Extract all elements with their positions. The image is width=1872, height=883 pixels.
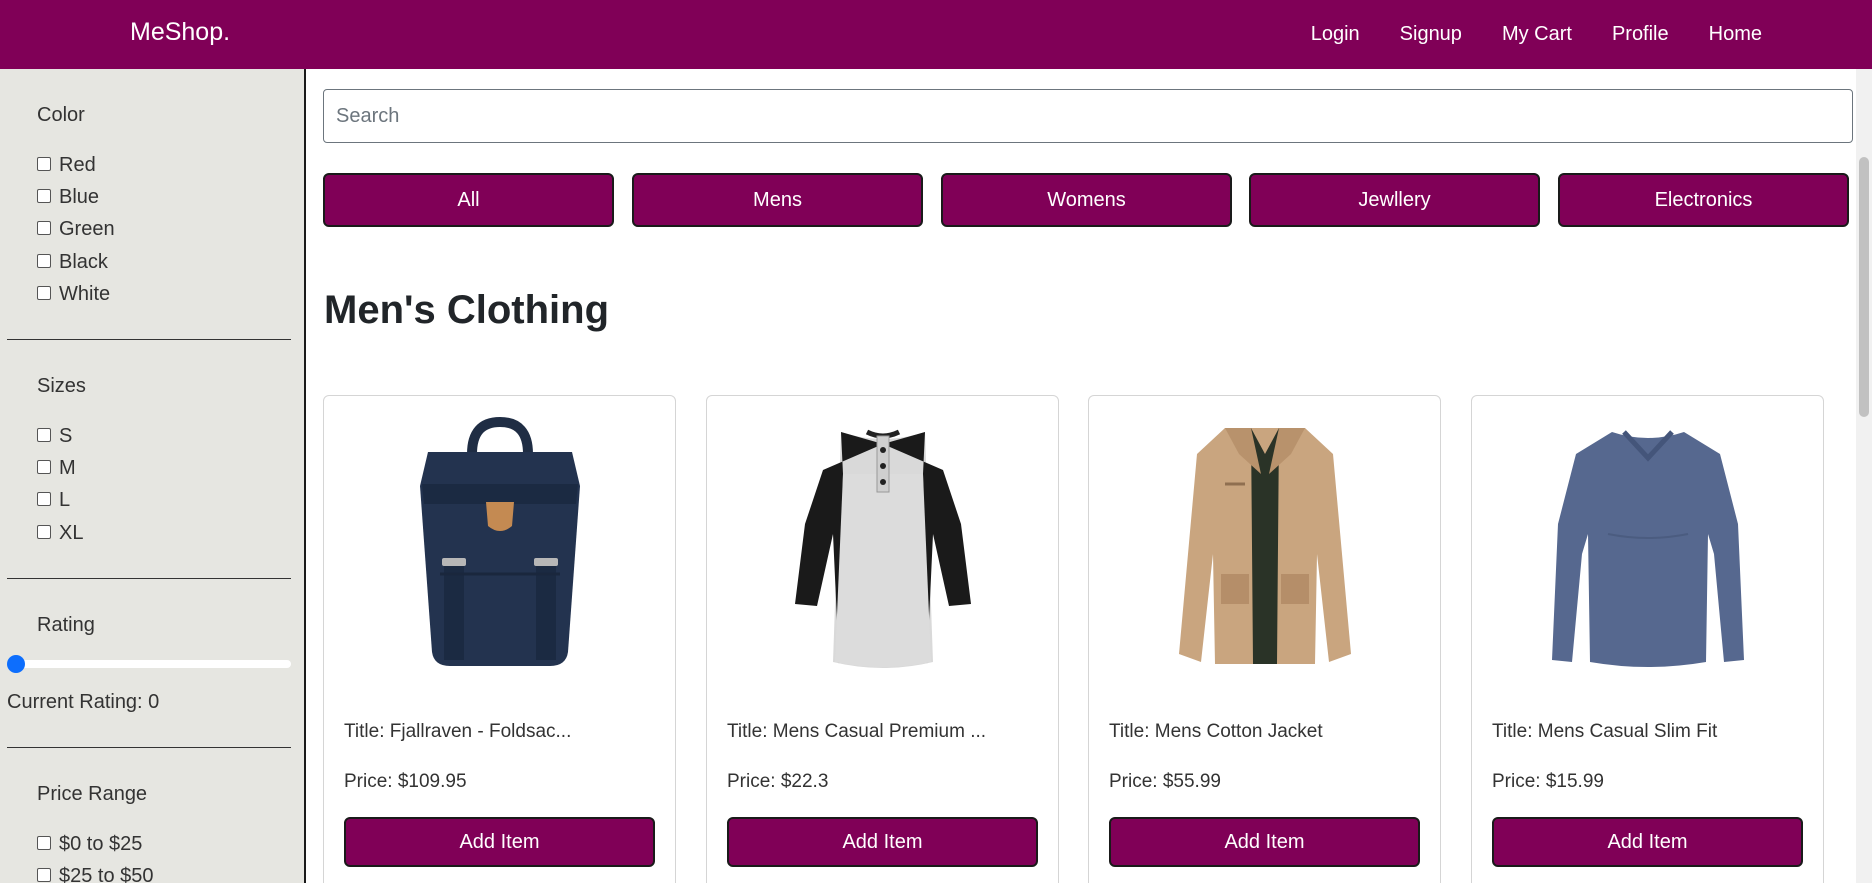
nav-links: Login Signup My Cart Profile Home	[1311, 0, 1872, 69]
checkbox[interactable]	[37, 491, 51, 506]
category-all-button[interactable]: All	[323, 173, 614, 227]
category-jewellery-button[interactable]: Jewllery	[1249, 173, 1540, 227]
current-rating-text: Current Rating: 0	[7, 691, 160, 713]
checkbox[interactable]	[37, 459, 51, 474]
color-label: Red	[59, 154, 96, 176]
category-mens-button[interactable]: Mens	[632, 173, 923, 227]
add-item-button[interactable]: Add Item	[727, 817, 1038, 867]
color-label: Blue	[59, 186, 100, 208]
size-label: M	[59, 457, 76, 479]
size-label: S	[59, 425, 73, 447]
size-option-l[interactable]: L	[37, 489, 70, 512]
section-title: Men's Clothing	[324, 288, 610, 332]
long-sleeve-shirt-image	[1472, 414, 1823, 674]
checkbox[interactable]	[37, 285, 51, 300]
product-card: Title: Fjallraven - Foldsac... Price: $1…	[323, 395, 676, 883]
checkbox[interactable]	[37, 867, 51, 882]
color-label: White	[59, 283, 111, 305]
checkbox[interactable]	[37, 427, 51, 442]
backpack-image	[324, 414, 675, 674]
product-card: Title: Mens Casual Premium ... Price: $2…	[706, 395, 1059, 883]
size-option-xl[interactable]: XL	[37, 522, 83, 545]
checkbox[interactable]	[37, 156, 51, 171]
rating-filter-title: Rating	[37, 614, 95, 636]
search-input[interactable]	[323, 89, 1853, 143]
category-womens-button[interactable]: Womens	[941, 173, 1232, 227]
size-label: XL	[59, 522, 84, 544]
price-label: $0 to $25	[59, 833, 143, 855]
divider	[7, 339, 291, 340]
nav-login[interactable]: Login	[1311, 23, 1360, 46]
add-item-button[interactable]: Add Item	[1109, 817, 1420, 867]
nav-profile[interactable]: Profile	[1612, 23, 1669, 46]
color-option-blue[interactable]: Blue	[37, 186, 99, 209]
filter-sidebar: Color Red Blue Green Black White Sizes S…	[0, 69, 306, 883]
jacket-image	[1089, 414, 1440, 674]
color-option-white[interactable]: White	[37, 283, 110, 306]
raglan-shirt-image	[707, 414, 1058, 674]
divider	[7, 578, 291, 579]
product-title: Title: Fjallraven - Foldsac...	[344, 721, 572, 742]
product-price: Price: $109.95	[344, 771, 467, 792]
checkbox[interactable]	[37, 220, 51, 235]
product-card: Title: Mens Casual Slim Fit Price: $15.9…	[1471, 395, 1824, 883]
checkbox[interactable]	[37, 253, 51, 268]
price-option-25-50[interactable]: $25 to $50	[37, 865, 154, 883]
size-label: L	[59, 489, 71, 511]
product-price: Price: $55.99	[1109, 771, 1221, 792]
sizes-filter-title: Sizes	[37, 375, 86, 397]
product-title: Title: Mens Cotton Jacket	[1109, 721, 1323, 742]
divider	[7, 747, 291, 748]
checkbox[interactable]	[37, 835, 51, 850]
color-option-red[interactable]: Red	[37, 154, 96, 177]
nav-my-cart[interactable]: My Cart	[1502, 23, 1572, 46]
product-title: Title: Mens Casual Slim Fit	[1492, 721, 1718, 742]
checkbox[interactable]	[37, 524, 51, 539]
nav-home[interactable]: Home	[1709, 23, 1762, 46]
price-label: $25 to $50	[59, 865, 154, 883]
product-price: Price: $15.99	[1492, 771, 1604, 792]
add-item-button[interactable]: Add Item	[344, 817, 655, 867]
size-option-s[interactable]: S	[37, 425, 72, 448]
rating-slider-thumb[interactable]	[7, 655, 25, 673]
product-price: Price: $22.3	[727, 771, 829, 792]
nav-signup[interactable]: Signup	[1400, 23, 1462, 46]
size-option-m[interactable]: M	[37, 457, 76, 480]
navbar: MeShop. Login Signup My Cart Profile Hom…	[0, 0, 1872, 69]
checkbox[interactable]	[37, 188, 51, 203]
color-option-black[interactable]: Black	[37, 251, 108, 274]
color-option-green[interactable]: Green	[37, 218, 115, 241]
price-option-0-25[interactable]: $0 to $25	[37, 833, 142, 856]
category-electronics-button[interactable]: Electronics	[1558, 173, 1849, 227]
rating-slider-track[interactable]	[10, 660, 291, 668]
price-filter-title: Price Range	[37, 783, 148, 805]
brand-logo[interactable]: MeShop.	[130, 18, 230, 47]
product-title: Title: Mens Casual Premium ...	[727, 721, 987, 742]
color-label: Green	[59, 218, 115, 240]
product-card: Title: Mens Cotton Jacket Price: $55.99 …	[1088, 395, 1441, 883]
color-filter-title: Color	[37, 104, 85, 126]
color-label: Black	[59, 251, 108, 273]
add-item-button[interactable]: Add Item	[1492, 817, 1803, 867]
vertical-scrollbar[interactable]	[1856, 69, 1872, 883]
scrollbar-thumb[interactable]	[1859, 157, 1869, 417]
